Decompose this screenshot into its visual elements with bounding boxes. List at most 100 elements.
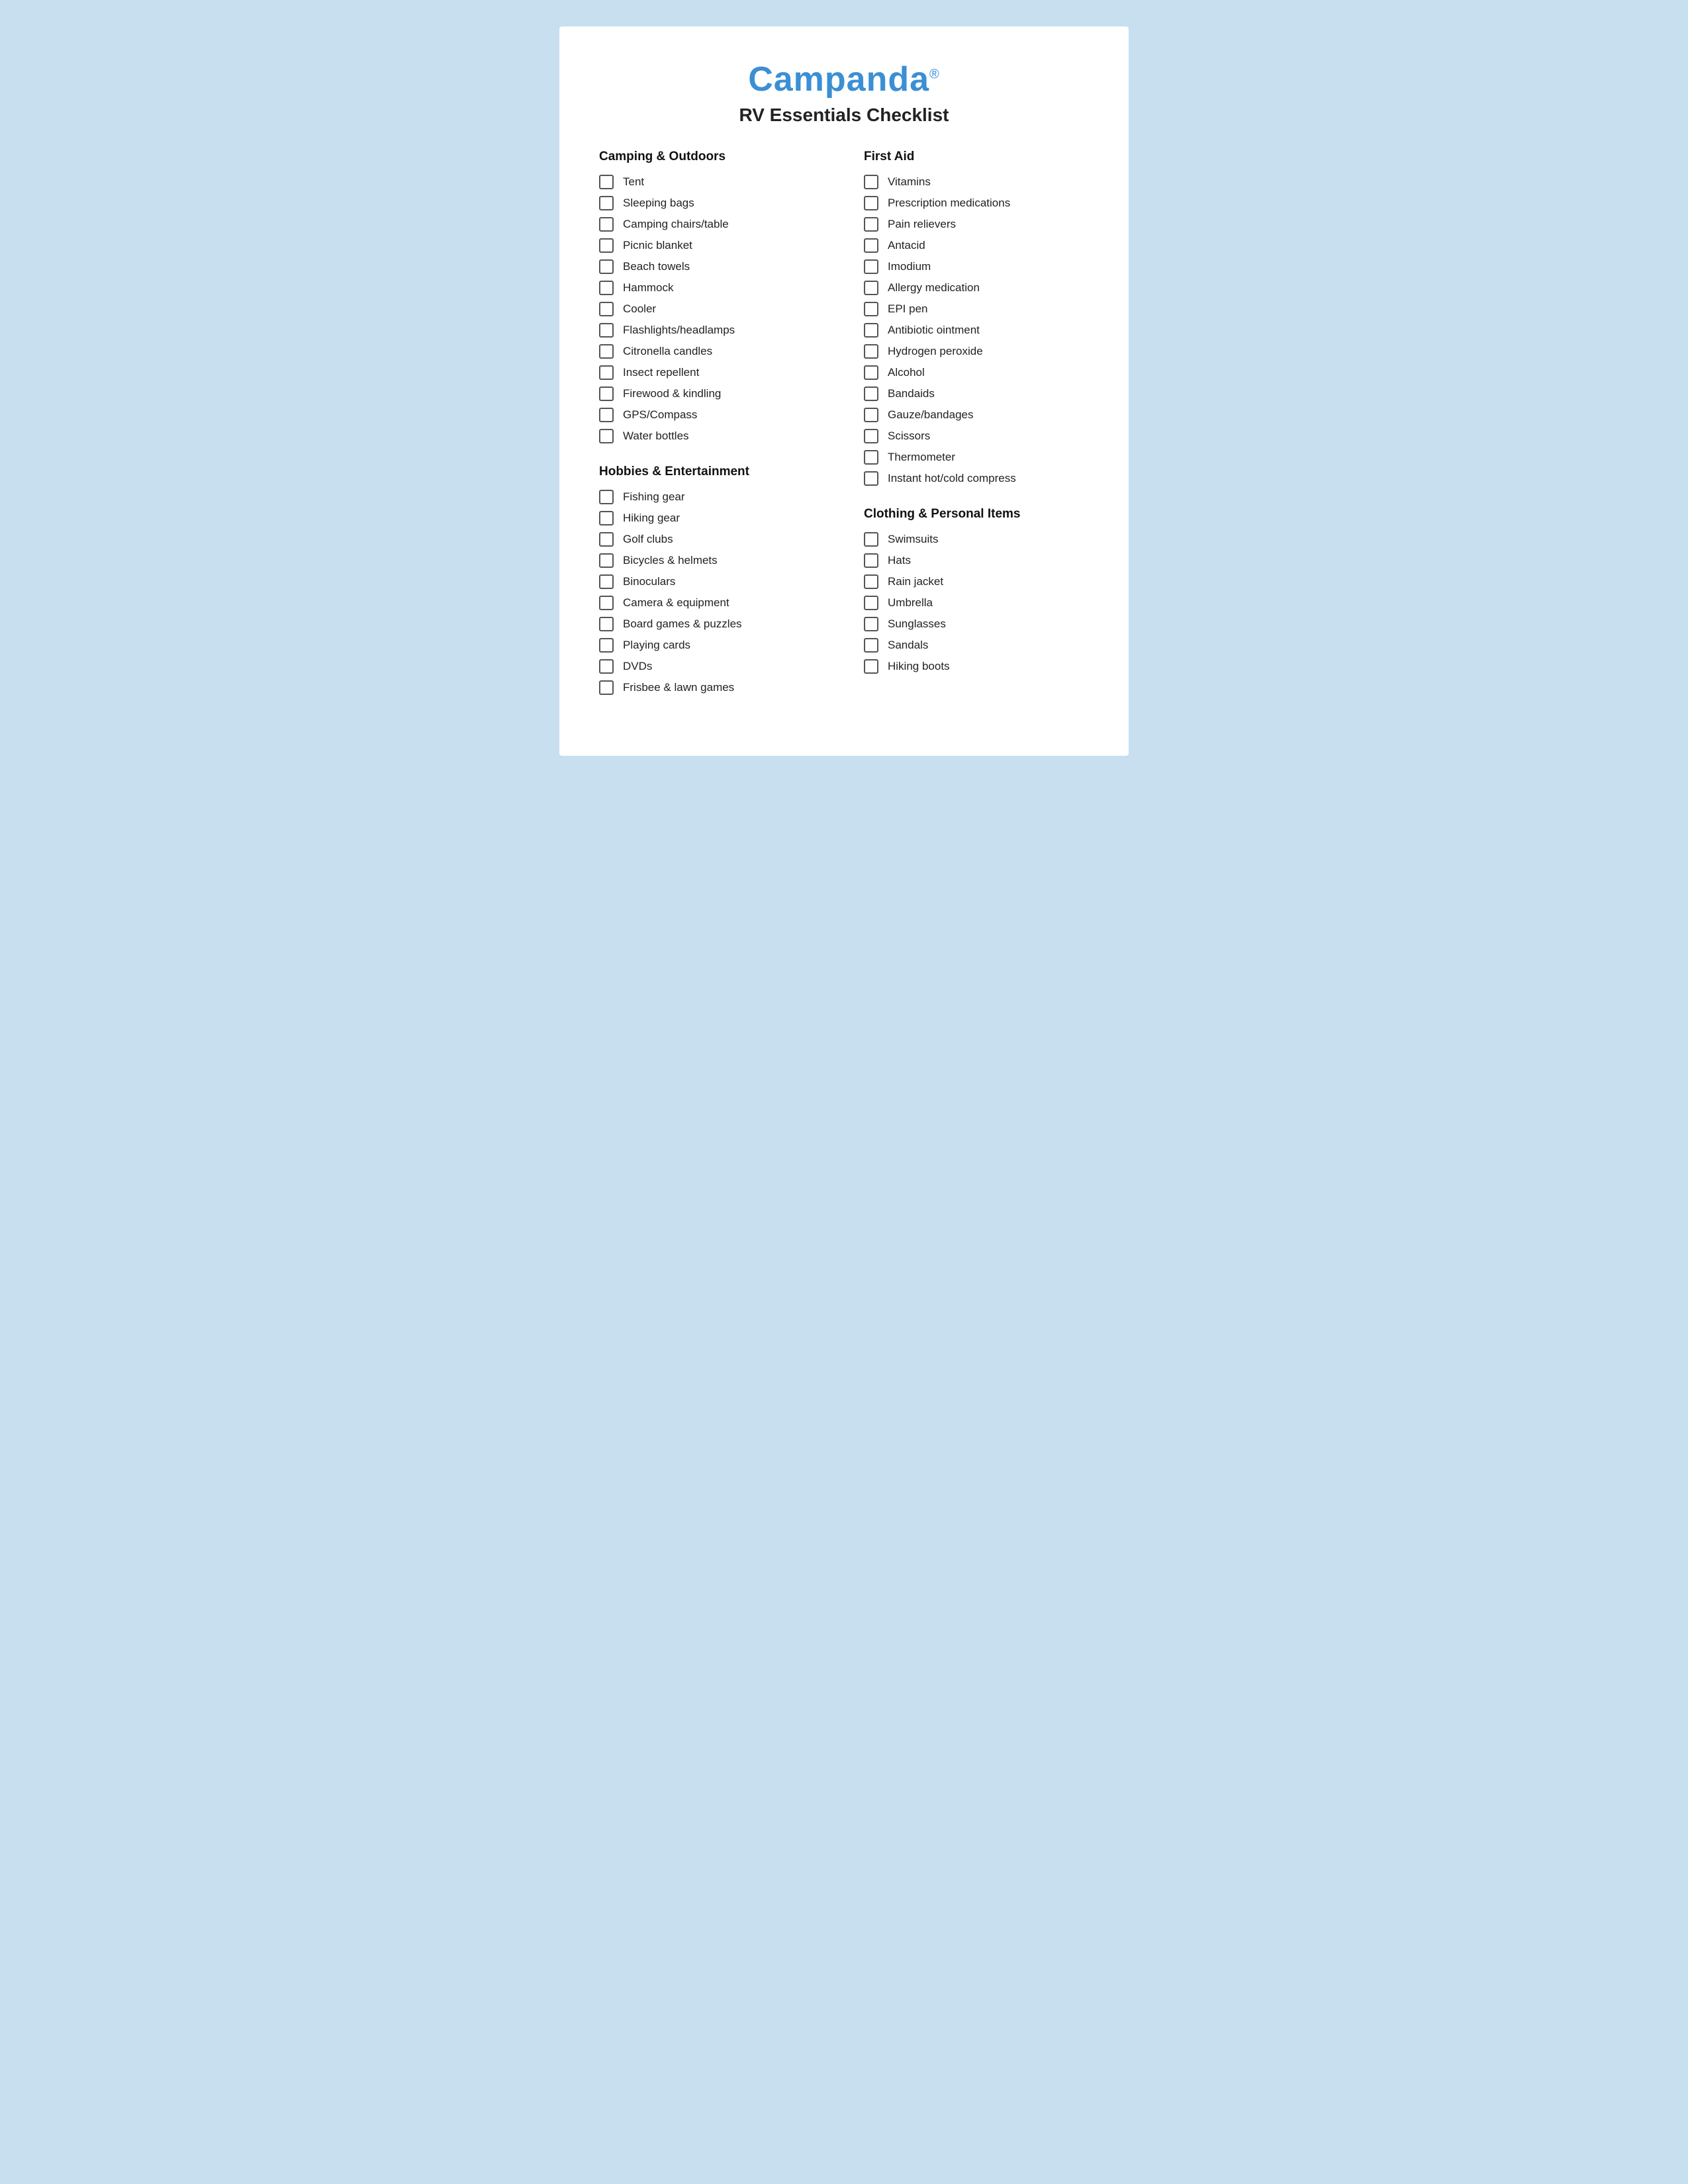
checkbox[interactable] bbox=[864, 259, 878, 274]
section-camping-title: Camping & Outdoors bbox=[599, 150, 824, 164]
list-item: Thermometer bbox=[864, 450, 1089, 465]
list-item: Hiking boots bbox=[864, 659, 1089, 674]
checkbox[interactable] bbox=[599, 281, 614, 295]
list-item: Board games & puzzles bbox=[599, 617, 824, 631]
list-item: Prescription medications bbox=[864, 196, 1089, 210]
checkbox[interactable] bbox=[864, 238, 878, 253]
checkbox[interactable] bbox=[599, 259, 614, 274]
section-clothing-title: Clothing & Personal Items bbox=[864, 507, 1089, 522]
list-item: GPS/Compass bbox=[599, 408, 824, 422]
checkbox[interactable] bbox=[599, 387, 614, 401]
checkbox[interactable] bbox=[599, 323, 614, 338]
list-item: Antibiotic ointment bbox=[864, 323, 1089, 338]
list-item: Fishing gear bbox=[599, 490, 824, 504]
checkbox[interactable] bbox=[864, 196, 878, 210]
item-label: Swimsuits bbox=[888, 533, 939, 546]
checkbox[interactable] bbox=[599, 302, 614, 316]
hobbies-items-list: Fishing gearHiking gearGolf clubsBicycle… bbox=[599, 490, 824, 695]
logo: Campanda® bbox=[748, 60, 940, 99]
item-label: Thermometer bbox=[888, 451, 955, 464]
list-item: Sandals bbox=[864, 638, 1089, 653]
list-item: Bandaids bbox=[864, 387, 1089, 401]
list-item: Hammock bbox=[599, 281, 824, 295]
item-label: Water bottles bbox=[623, 430, 689, 443]
item-label: Allergy medication bbox=[888, 281, 980, 295]
checkbox[interactable] bbox=[599, 596, 614, 610]
list-item: DVDs bbox=[599, 659, 824, 674]
checkbox[interactable] bbox=[599, 196, 614, 210]
page-title: RV Essentials Checklist bbox=[599, 105, 1089, 126]
list-item: Sunglasses bbox=[864, 617, 1089, 631]
item-label: Rain jacket bbox=[888, 575, 943, 588]
item-label: Camping chairs/table bbox=[623, 218, 729, 231]
item-label: Scissors bbox=[888, 430, 930, 443]
checkbox[interactable] bbox=[864, 387, 878, 401]
item-label: Hiking boots bbox=[888, 660, 950, 673]
item-label: Gauze/bandages bbox=[888, 408, 974, 422]
checkbox[interactable] bbox=[864, 429, 878, 443]
checkbox[interactable] bbox=[599, 429, 614, 443]
item-label: Sunglasses bbox=[888, 617, 946, 631]
checkbox[interactable] bbox=[599, 553, 614, 568]
checkbox[interactable] bbox=[599, 659, 614, 674]
section-hobbies-title: Hobbies & Entertainment bbox=[599, 465, 824, 479]
list-item: Antacid bbox=[864, 238, 1089, 253]
item-label: Alcohol bbox=[888, 366, 925, 379]
checkbox[interactable] bbox=[599, 175, 614, 189]
checkbox[interactable] bbox=[864, 217, 878, 232]
checkbox[interactable] bbox=[599, 217, 614, 232]
checkbox[interactable] bbox=[864, 659, 878, 674]
checkbox[interactable] bbox=[599, 408, 614, 422]
checkbox[interactable] bbox=[599, 490, 614, 504]
item-label: Firewood & kindling bbox=[623, 387, 721, 400]
list-item: EPI pen bbox=[864, 302, 1089, 316]
checkbox[interactable] bbox=[599, 238, 614, 253]
checkbox[interactable] bbox=[864, 344, 878, 359]
item-label: Flashlights/headlamps bbox=[623, 324, 735, 337]
item-label: Antacid bbox=[888, 239, 925, 252]
section-first-aid-title: First Aid bbox=[864, 150, 1089, 164]
checkbox[interactable] bbox=[599, 344, 614, 359]
checkbox[interactable] bbox=[864, 596, 878, 610]
list-item: Water bottles bbox=[599, 429, 824, 443]
checkbox[interactable] bbox=[864, 408, 878, 422]
item-label: Bicycles & helmets bbox=[623, 554, 718, 567]
section-first-aid: First Aid Vitamins Prescription medicatio… bbox=[864, 150, 1089, 486]
checkbox[interactable] bbox=[599, 680, 614, 695]
checkbox[interactable] bbox=[864, 281, 878, 295]
item-label: Citronella candles bbox=[623, 345, 712, 358]
checkbox[interactable] bbox=[864, 450, 878, 465]
item-label: Tent bbox=[623, 175, 644, 189]
logo-reg: ® bbox=[929, 68, 940, 82]
item-label: Playing cards bbox=[623, 639, 690, 652]
checkbox[interactable] bbox=[599, 365, 614, 380]
list-item: Allergy medication bbox=[864, 281, 1089, 295]
item-label: Golf clubs bbox=[623, 533, 673, 546]
checkbox[interactable] bbox=[864, 302, 878, 316]
checkbox[interactable] bbox=[864, 617, 878, 631]
list-item: Citronella candles bbox=[599, 344, 824, 359]
checkbox[interactable] bbox=[599, 511, 614, 525]
checkbox[interactable] bbox=[599, 574, 614, 589]
item-label: Hydrogen peroxide bbox=[888, 345, 983, 358]
checkbox[interactable] bbox=[864, 471, 878, 486]
list-item: Binoculars bbox=[599, 574, 824, 589]
checkbox[interactable] bbox=[864, 532, 878, 547]
clothing-items-list: SwimsuitsHatsRain jacketUmbrellaSunglass… bbox=[864, 532, 1089, 674]
item-label: Sleeping bags bbox=[623, 197, 694, 210]
item-label: Cooler bbox=[623, 302, 656, 316]
list-item: Vitamins bbox=[864, 175, 1089, 189]
item-label: Insect repellent bbox=[623, 366, 699, 379]
checkbox[interactable] bbox=[864, 175, 878, 189]
checkbox[interactable] bbox=[864, 553, 878, 568]
checkbox[interactable] bbox=[864, 638, 878, 653]
checkbox[interactable] bbox=[599, 532, 614, 547]
checkbox[interactable] bbox=[864, 323, 878, 338]
checkbox[interactable] bbox=[599, 617, 614, 631]
checkbox[interactable] bbox=[864, 365, 878, 380]
item-label: Pain relievers bbox=[888, 218, 956, 231]
list-item: Rain jacket bbox=[864, 574, 1089, 589]
list-item: Golf clubs bbox=[599, 532, 824, 547]
checkbox[interactable] bbox=[599, 638, 614, 653]
checkbox[interactable] bbox=[864, 574, 878, 589]
